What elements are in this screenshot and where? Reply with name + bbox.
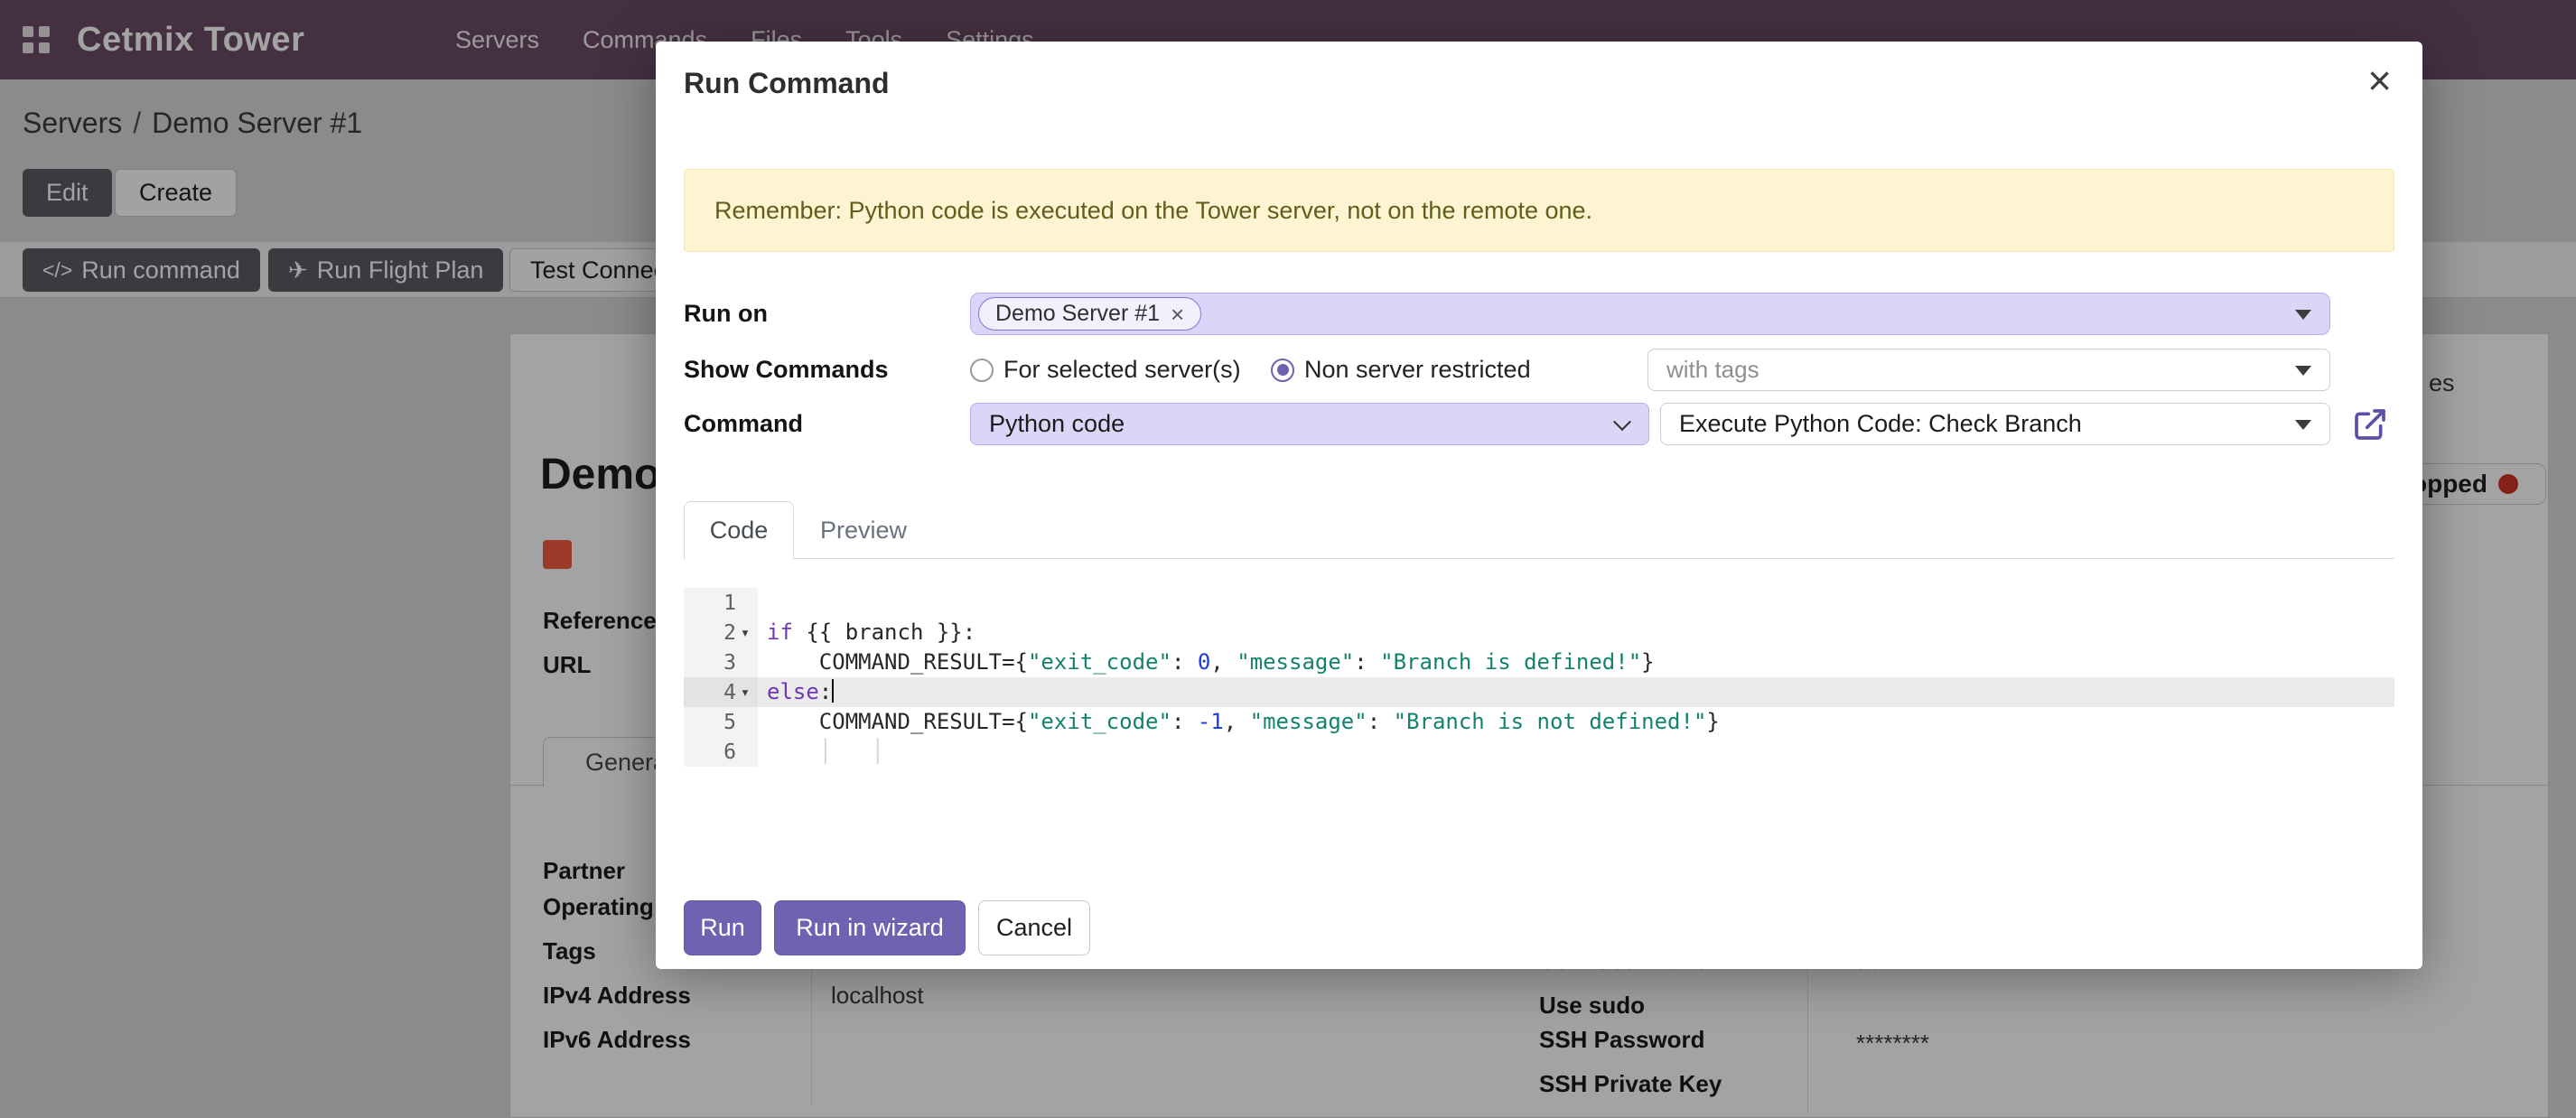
code-line[interactable] bbox=[758, 588, 2394, 618]
editor-gutter[interactable]: 1 2▾3 4▾5 6 bbox=[684, 588, 758, 767]
chevron-down-icon bbox=[2295, 310, 2311, 320]
command-value: Execute Python Code: Check Branch bbox=[1679, 410, 2082, 438]
cancel-button[interactable]: Cancel bbox=[978, 900, 1090, 955]
gutter-line-number[interactable]: 3 bbox=[684, 648, 758, 677]
code-line[interactable]: if {{ branch }}: bbox=[758, 618, 2394, 648]
tab-border bbox=[684, 558, 2394, 559]
fold-arrow-icon[interactable]: ▾ bbox=[736, 684, 754, 702]
fold-spacer bbox=[736, 713, 754, 731]
gutter-line-number[interactable]: 5 bbox=[684, 707, 758, 737]
run-command-modal: Run Command × Remember: Python code is e… bbox=[656, 42, 2422, 969]
radio-label: For selected server(s) bbox=[1003, 356, 1241, 384]
editor-code[interactable]: if {{ branch }}: COMMAND_RESULT={"exit_c… bbox=[758, 588, 2394, 767]
chevron-down-icon bbox=[2295, 366, 2311, 376]
fold-arrow-icon[interactable]: ▾ bbox=[736, 624, 754, 642]
modal-title: Run Command bbox=[684, 67, 890, 100]
server-tag[interactable]: Demo Server #1 × bbox=[978, 297, 1201, 331]
code-line[interactable]: │ │ bbox=[758, 737, 2394, 767]
code-line[interactable]: else: bbox=[758, 677, 2394, 707]
command-select[interactable]: Execute Python Code: Check Branch bbox=[1660, 403, 2330, 445]
gutter-line-number[interactable]: 4▾ bbox=[684, 677, 758, 707]
gutter-line-number[interactable]: 1 bbox=[684, 588, 758, 618]
warning-alert: Remember: Python code is executed on the… bbox=[684, 169, 2394, 252]
gutter-line-number[interactable]: 2▾ bbox=[684, 618, 758, 648]
external-link-icon[interactable] bbox=[2352, 406, 2388, 443]
command-type-select[interactable]: Python code bbox=[970, 403, 1649, 445]
chevron-down-icon bbox=[1613, 413, 1631, 431]
tag-remove-icon[interactable]: × bbox=[1171, 303, 1184, 326]
command-label: Command bbox=[684, 403, 803, 445]
fold-spacer bbox=[736, 654, 754, 672]
run-button[interactable]: Run bbox=[684, 900, 761, 955]
radio-option-non-restricted[interactable]: Non server restricted bbox=[1271, 349, 1531, 391]
run-in-wizard-button[interactable]: Run in wizard bbox=[774, 900, 966, 955]
with-tags-placeholder: with tags bbox=[1666, 356, 1759, 384]
code-line[interactable]: COMMAND_RESULT={"exit_code": -1, "messag… bbox=[758, 707, 2394, 737]
server-tag-label: Demo Server #1 bbox=[995, 301, 1160, 327]
command-type-value: Python code bbox=[989, 410, 1125, 438]
fold-spacer bbox=[736, 594, 754, 612]
chevron-down-icon bbox=[2295, 420, 2311, 430]
tab-preview[interactable]: Preview bbox=[805, 501, 922, 559]
close-icon[interactable]: × bbox=[2367, 60, 2392, 101]
show-commands-label: Show Commands bbox=[684, 349, 889, 391]
radio-checked-icon[interactable] bbox=[1271, 359, 1294, 382]
radio-label: Non server restricted bbox=[1304, 356, 1531, 384]
text-cursor bbox=[832, 679, 834, 703]
run-on-label: Run on bbox=[684, 293, 768, 335]
radio-option-selected-servers[interactable]: For selected server(s) bbox=[970, 349, 1241, 391]
code-line[interactable]: COMMAND_RESULT={"exit_code": 0, "message… bbox=[758, 648, 2394, 677]
tab-code[interactable]: Code bbox=[684, 501, 794, 559]
gutter-line-number[interactable]: 6 bbox=[684, 737, 758, 767]
screen: Cetmix Tower Servers Commands Files Tool… bbox=[0, 0, 2576, 1118]
with-tags-select[interactable]: with tags bbox=[1647, 349, 2330, 391]
radio-icon[interactable] bbox=[970, 359, 994, 382]
fold-spacer bbox=[736, 743, 754, 761]
run-on-field[interactable]: Demo Server #1 × bbox=[970, 293, 2330, 335]
